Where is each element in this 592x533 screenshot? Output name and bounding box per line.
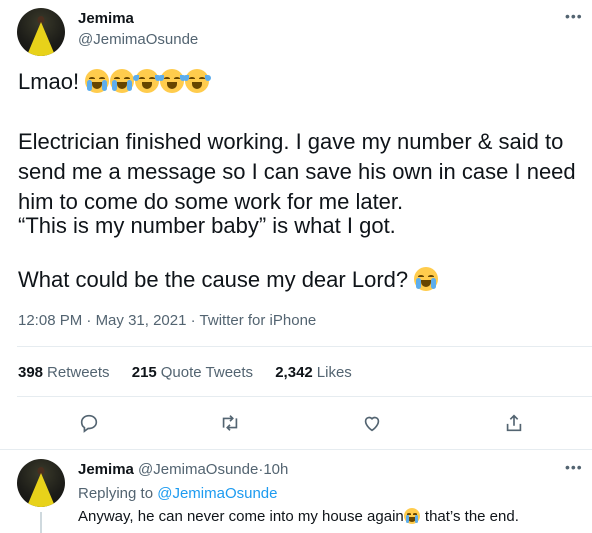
face-with-tears-of-joy-icon — [133, 69, 162, 93]
reply-text: Anyway, he can never come into my house … — [78, 508, 519, 525]
tweet-time[interactable]: 12:08 PM — [18, 312, 82, 329]
reply-age[interactable]: 10h — [263, 461, 288, 478]
share-icon — [506, 414, 522, 432]
like-button[interactable] — [354, 405, 390, 441]
reply-author-avatar[interactable] — [17, 459, 65, 507]
meta-separator: · — [190, 312, 196, 329]
face-with-tears-of-joy-icon — [158, 69, 187, 93]
quote-tweets-stat[interactable]: 215 Quote Tweets — [132, 364, 253, 381]
quote-tweets-count: 215 — [131, 364, 157, 381]
tweet-date[interactable]: May 31, 2021 — [96, 312, 187, 329]
reply-text-before: Anyway, he can never come into my house … — [78, 508, 404, 525]
loudly-crying-face-icon — [110, 69, 135, 93]
tweet-text-lmao: Lmao! — [18, 69, 80, 94]
tweet-source-link[interactable]: Twitter for iPhone — [200, 312, 317, 329]
retweet-button[interactable] — [212, 405, 248, 441]
tweet-text-paragraph2: Electrician finished working. I gave my … — [18, 129, 576, 214]
reply-author-name[interactable]: Jemima — [78, 461, 134, 478]
thread-connector-line — [40, 512, 42, 533]
reply-header: Jemima @JemimaOsunde·10h — [78, 461, 288, 478]
tweet-text-paragraph4: What could be the cause my dear Lord? — [18, 265, 583, 295]
avatar-dress-shape — [25, 473, 57, 507]
reply-button[interactable] — [71, 405, 107, 441]
divider — [17, 396, 592, 397]
share-button[interactable] — [496, 405, 532, 441]
retweet-icon — [222, 415, 238, 431]
reply-icon — [80, 414, 98, 433]
more-options-button[interactable]: ••• — [565, 8, 583, 24]
like-icon — [364, 416, 380, 432]
retweets-stat[interactable]: 398 Retweets — [18, 364, 110, 381]
tweet-stats: 398 Retweets 215 Quote Tweets 2,342 Likes — [18, 364, 370, 381]
likes-count: 2,342 — [275, 364, 313, 381]
divider — [0, 449, 592, 450]
face-with-tears-of-joy-icon — [183, 69, 212, 93]
loudly-crying-face-icon — [85, 69, 110, 93]
retweets-label: Retweets — [47, 364, 110, 381]
tweet-text-line1: Lmao! — [18, 67, 583, 97]
quote-tweets-label: Quote Tweets — [160, 364, 254, 381]
tweet-text-paragraph3: “This is my number baby” is what I got. — [18, 213, 396, 238]
author-avatar[interactable] — [17, 8, 65, 56]
author-name[interactable]: Jemima — [78, 10, 134, 27]
reply-more-options-button[interactable]: ••• — [565, 459, 583, 475]
replying-to-mention[interactable]: @JemimaOsunde — [157, 485, 277, 502]
loudly-crying-face-icon — [403, 508, 420, 524]
likes-label: Likes — [316, 364, 352, 381]
meta-separator: · — [86, 312, 92, 329]
retweets-count: 398 — [18, 364, 44, 381]
tweet-text-question: What could be the cause my dear Lord? — [18, 267, 409, 292]
tweet-timestamp: 12:08 PM · May 31, 2021 · Twitter for iP… — [18, 312, 316, 329]
replying-to-prefix: Replying to — [78, 485, 154, 502]
reply-text-after: that’s the end. — [420, 508, 519, 525]
divider — [17, 346, 592, 347]
reply-author-handle[interactable]: @JemimaOsunde — [138, 461, 258, 478]
tweet-actions-bar — [0, 405, 592, 441]
loudly-crying-face-icon — [414, 267, 439, 291]
replying-to: Replying to @JemimaOsunde — [78, 485, 278, 502]
avatar-dress-shape — [25, 22, 57, 56]
author-handle[interactable]: @JemimaOsunde — [78, 31, 198, 48]
likes-stat[interactable]: 2,342 Likes — [275, 364, 352, 381]
